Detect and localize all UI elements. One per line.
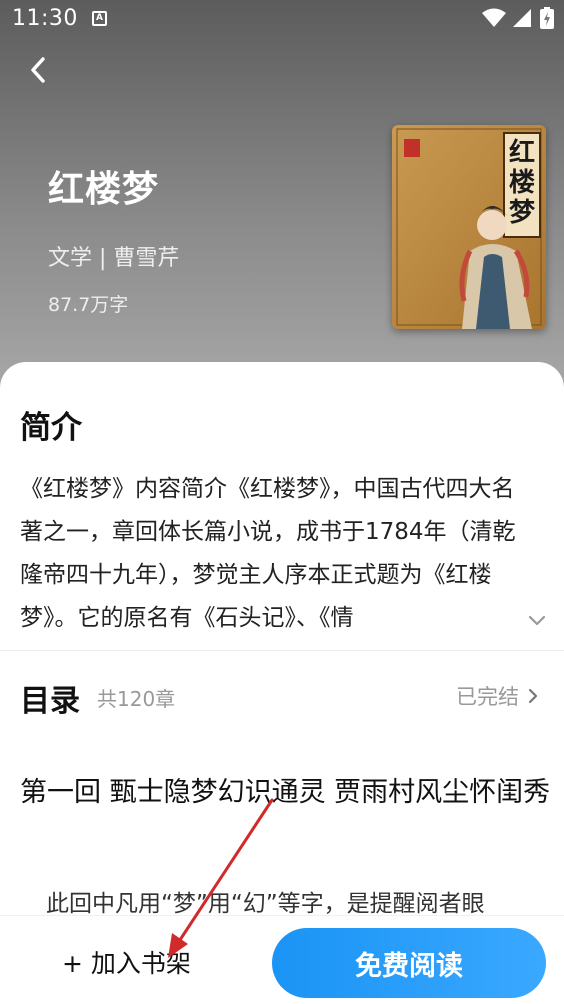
battery-icon [540, 7, 554, 29]
book-cover[interactable]: 红 楼 梦 [392, 125, 546, 329]
wifi-icon [482, 8, 506, 27]
book-cover-art: 红 楼 梦 [392, 125, 546, 329]
toc-chapter-count: 共120章 [97, 687, 176, 711]
expand-intro-button[interactable] [524, 610, 550, 630]
free-read-label: 免费阅读 [355, 950, 463, 982]
bottom-action-bar: + 加入书架 免费阅读 [0, 915, 564, 1004]
chapter-title[interactable]: 第一回 甄士隐梦幻识通灵 贾雨村风尘怀闺秀 [20, 770, 560, 815]
content-card: 简介 《红楼梦》内容简介《红楼梦》，中国古代四大名著之一，章回体长篇小说，成书于… [0, 362, 564, 1004]
chevron-right-icon [528, 688, 538, 704]
free-read-button[interactable]: 免费阅读 [272, 928, 546, 998]
book-word-count: 87.7万字 [48, 294, 129, 316]
toc-status-link[interactable]: 已完结 [456, 681, 539, 711]
book-meta: 文学 | 曹雪芹 [48, 246, 180, 271]
chevron-left-icon [31, 57, 45, 83]
signal-icon [513, 9, 531, 27]
divider [0, 650, 564, 651]
a-icon: A [92, 11, 107, 26]
add-to-shelf-button[interactable]: + 加入书架 [62, 944, 191, 980]
cover-title-char: 红 [509, 137, 535, 168]
cover-title-char: 梦 [509, 198, 536, 228]
intro-heading: 简介 [20, 410, 82, 446]
toc-status-label: 已完结 [456, 685, 519, 709]
chevron-down-icon [528, 615, 546, 626]
book-title: 红楼梦 [48, 169, 160, 210]
status-bar: 11:30 A [0, 0, 564, 40]
cover-title-char: 楼 [509, 168, 535, 198]
back-button[interactable] [20, 50, 56, 90]
intro-text: 《红楼梦》内容简介《红楼梦》，中国古代四大名著之一，章回体长篇小说，成书于178… [20, 468, 520, 640]
status-time: 11:30 [12, 6, 78, 31]
toc-heading: 目录 [20, 684, 80, 719]
